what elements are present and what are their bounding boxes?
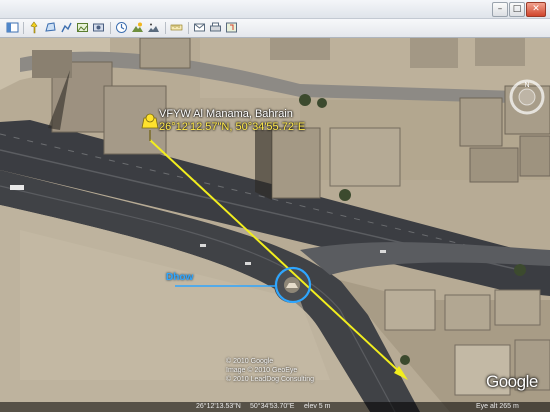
- pointer-latitude: 26°12'13.53"N: [196, 403, 241, 410]
- ruler-icon[interactable]: [170, 21, 183, 34]
- image-overlay-icon[interactable]: [76, 21, 89, 34]
- historical-imagery-icon[interactable]: [115, 21, 128, 34]
- imagery-credit-geoeye: Image © 2010 GeoEye: [226, 367, 298, 374]
- status-bar: 26°12'13.53"N 50°34'53.70"E elev 5 m Eye…: [0, 402, 550, 412]
- sidebar-icon[interactable]: [6, 21, 19, 34]
- placemark-name-label[interactable]: VFYW Al Manama, Bahrain: [159, 108, 293, 120]
- tour-icon[interactable]: [92, 21, 105, 34]
- title-bar: – □ ✕: [0, 0, 550, 19]
- email-icon[interactable]: [193, 21, 206, 34]
- print-icon[interactable]: [209, 21, 222, 34]
- minimize-button[interactable]: –: [492, 2, 508, 17]
- pointer-longitude: 50°34'53.70"E: [250, 403, 295, 410]
- imagery-credit-google: © 2010 Google: [226, 358, 274, 365]
- google-logo: Google: [486, 372, 538, 391]
- sunlight-icon[interactable]: [131, 21, 144, 34]
- compass-navigation-icon[interactable]: N: [508, 78, 546, 116]
- close-button[interactable]: ✕: [526, 2, 546, 17]
- google-maps-icon[interactable]: [225, 21, 238, 34]
- placemark-coords-label: 26°12'12.57"N, 50°34'55.72"E: [159, 121, 306, 133]
- toolbar: [0, 19, 550, 38]
- eye-altitude: Eye alt 265 m: [476, 403, 519, 410]
- maximize-button[interactable]: □: [509, 2, 525, 17]
- satellite-imagery: [0, 38, 550, 412]
- map-viewport[interactable]: N: [0, 38, 550, 412]
- imagery-credit-leaddog: © 2010 LeadDog Consulting: [226, 376, 315, 383]
- path-icon[interactable]: [60, 21, 73, 34]
- dhow-annotation-label: Dhow: [166, 272, 194, 283]
- sky-icon[interactable]: [147, 21, 160, 34]
- polygon-icon[interactable]: [44, 21, 57, 34]
- svg-text:N: N: [524, 82, 529, 89]
- pointer-elevation: elev 5 m: [304, 403, 331, 410]
- placemark-icon[interactable]: [28, 21, 41, 34]
- google-earth-window: – □ ✕ N VFYW Al Manama, Bahrain 26°12'12…: [0, 0, 550, 412]
